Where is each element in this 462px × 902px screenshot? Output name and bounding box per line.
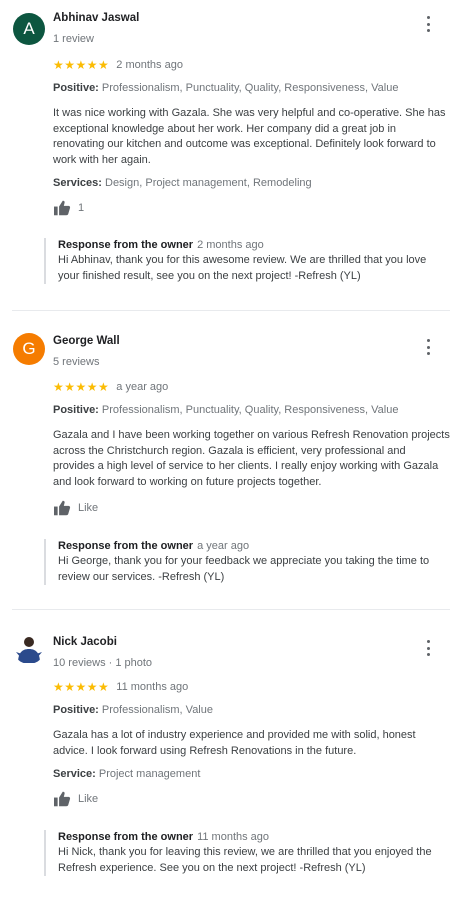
user-photo-icon [16,637,42,663]
like-button[interactable]: Like [53,791,98,807]
services-values: Design, Project management, Remodeling [105,177,312,189]
avatar[interactable]: G [13,333,45,365]
owner-response-label: Response from the owner [58,831,194,843]
positive-label: Positive: [53,704,99,716]
like-button[interactable]: 1 [53,200,84,216]
owner-response-text: Hi George, thank you for your feedback w… [58,555,430,583]
owner-response: Response from the owner 2 months ago Hi A… [44,238,450,284]
avatar[interactable] [13,632,45,664]
positive-attributes: Positive: Professionalism, Punctuality, … [53,82,398,94]
star-rating: ★★★★★ [53,380,110,394]
rating-row: ★★★★★ 2 months ago [53,58,183,72]
review-date: a year ago [116,381,169,393]
owner-response: Response from the owner a year ago Hi Geo… [44,539,450,585]
positive-values: Professionalism, Value [101,704,213,716]
services-values: Project management [98,768,201,780]
rating-row: ★★★★★ 11 months ago [53,680,188,694]
services-attributes: Services: Design, Project management, Re… [53,177,312,189]
owner-response-label: Response from the owner [58,540,194,552]
reviewer-name[interactable]: Abhinav Jaswal [53,12,139,24]
review-count: 1 review [53,33,94,45]
owner-response-date: a year ago [197,540,250,552]
positive-label: Positive: [53,404,99,416]
owner-response-text: Hi Nick, thank you for leaving this revi… [58,846,432,874]
services-label: Services: [53,177,102,189]
review-card: A Abhinav Jaswal 1 review ★★★★★ 2 months… [0,0,462,310]
positive-values: Professionalism, Punctuality, Quality, R… [101,82,399,94]
services-attributes: Service: Project management [53,768,200,780]
review-count: 5 reviews [53,356,100,368]
more-options-icon[interactable] [422,16,434,32]
reviewer-name[interactable]: Nick Jacobi [53,636,117,648]
avatar[interactable]: A [13,13,45,45]
services-label: Service: [53,768,96,780]
review-text: Gazala has a lot of industry experience … [53,729,416,757]
review-text: Gazala and I have been working together … [53,429,450,488]
star-rating: ★★★★★ [53,58,110,72]
like-label: Like [78,502,99,514]
positive-label: Positive: [53,82,99,94]
more-options-icon[interactable] [422,640,434,656]
positive-attributes: Positive: Professionalism, Punctuality, … [53,404,398,416]
review-date: 2 months ago [116,59,183,71]
positive-values: Professionalism, Punctuality, Quality, R… [101,404,399,416]
thumbs-up-icon [54,500,71,516]
review-card: G George Wall 5 reviews ★★★★★ a year ago… [0,311,462,609]
like-label: Like [78,793,99,805]
review-card: Nick Jacobi 10 reviews · 1 photo ★★★★★ 1… [0,610,462,902]
owner-response: Response from the owner 11 months ago Hi … [44,830,450,876]
rating-row: ★★★★★ a year ago [53,380,168,394]
thumbs-up-icon [54,200,71,216]
thumbs-up-icon [54,791,71,807]
owner-response-date: 2 months ago [197,239,264,251]
reviewer-name[interactable]: George Wall [53,335,120,347]
positive-attributes: Positive: Professionalism, Value [53,704,213,716]
like-count: 1 [78,202,85,214]
review-date: 11 months ago [116,681,189,693]
review-count: 10 reviews · 1 photo [53,657,153,669]
owner-response-date: 11 months ago [197,831,270,843]
owner-response-label: Response from the owner [58,239,194,251]
star-rating: ★★★★★ [53,680,110,694]
review-text: It was nice working with Gazala. She was… [53,107,446,166]
owner-response-text: Hi Abhinav, thank you for this awesome r… [58,254,427,282]
like-button[interactable]: Like [53,500,98,516]
more-options-icon[interactable] [422,339,434,355]
